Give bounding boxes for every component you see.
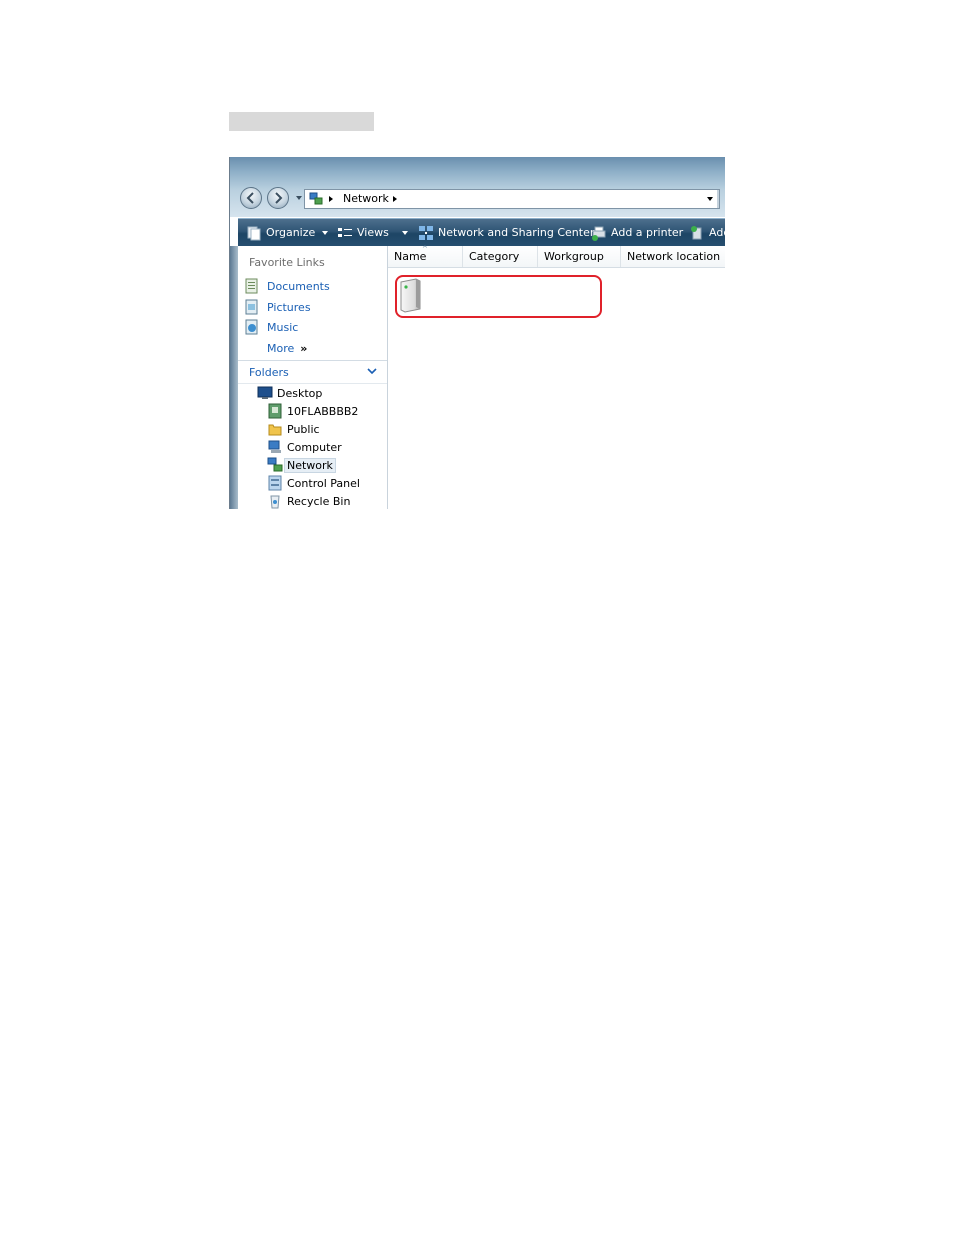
tree-item-recycle-bin[interactable]: Recycle Bin (267, 492, 350, 509)
favorite-music-label: Music (267, 320, 299, 334)
title-bar: Network (230, 157, 725, 217)
favorite-pictures-label: Pictures (267, 300, 311, 314)
window-edge-stripe (230, 246, 238, 509)
column-header-category[interactable]: Category (463, 246, 538, 267)
tree-label: Control Panel (287, 476, 360, 490)
tree-label: Network (284, 457, 336, 473)
folders-header[interactable]: Folders (238, 360, 387, 384)
tree-item-computer[interactable]: Computer (267, 438, 342, 456)
explorer-window: Network Organize Views Network and Shari… (229, 157, 725, 509)
views-icon (338, 227, 352, 237)
network-icon (309, 192, 323, 205)
add-device-button[interactable]: Add (689, 219, 725, 246)
highlight-box (395, 275, 602, 318)
favorite-documents[interactable]: Documents (244, 277, 330, 295)
column-category-label: Category (469, 250, 520, 263)
add-device-icon (691, 225, 702, 239)
network-icon (267, 457, 283, 472)
tree-item-control-panel[interactable]: Control Panel (267, 474, 360, 492)
chevron-down-icon (367, 368, 377, 375)
views-button[interactable]: Views (337, 219, 408, 246)
address-bar[interactable]: Network (304, 189, 720, 209)
recent-pages-dropdown[interactable] (296, 196, 302, 200)
tree-item-desktop[interactable]: Desktop (257, 384, 322, 402)
tree-label: Public (287, 422, 320, 436)
folders-label: Folders (249, 366, 289, 379)
folder-icon (268, 424, 282, 436)
organize-icon (247, 226, 261, 240)
tree-label: Computer (287, 440, 342, 454)
back-arrow-icon (246, 192, 254, 204)
organize-button[interactable]: Organize (246, 219, 329, 246)
organize-label: Organize (266, 226, 316, 239)
sort-ascending-icon: ^ (422, 245, 428, 253)
desktop-icon (257, 386, 273, 399)
double-chevron-right-icon: » (300, 341, 308, 355)
user-folder-icon (268, 403, 282, 419)
column-header-name[interactable]: ^ Name (388, 245, 463, 267)
favorite-music[interactable]: Music (244, 318, 298, 336)
chevron-down-icon (401, 230, 408, 235)
network-sharing-label: Network and Sharing Center (438, 226, 595, 239)
tree-item-user-folder[interactable]: 10FLABBBB2 (267, 402, 358, 420)
content-pane: ^ Name Category Workgroup Network locati… (388, 245, 725, 509)
views-label: Views (357, 226, 389, 239)
add-printer-label: Add a printer (611, 226, 684, 239)
add-device-label: Add (709, 226, 725, 239)
address-dropdown-icon[interactable] (707, 197, 713, 201)
column-header-row: ^ Name Category Workgroup Network locati… (388, 245, 725, 268)
tree-label: Recycle Bin (287, 494, 351, 508)
forward-arrow-icon (275, 192, 283, 204)
breadcrumb-separator-icon[interactable] (329, 196, 333, 202)
pictures-icon (245, 299, 258, 315)
breadcrumb-separator-icon[interactable] (393, 196, 397, 202)
column-header-workgroup[interactable]: Workgroup (538, 246, 621, 267)
favorite-pictures[interactable]: Pictures (244, 298, 311, 316)
favorite-documents-label: Documents (267, 279, 330, 293)
favorite-links-heading: Favorite Links (249, 256, 325, 269)
back-button[interactable] (240, 187, 262, 209)
tree-item-network[interactable]: Network (267, 456, 336, 474)
column-header-network-location[interactable]: Network location (621, 246, 725, 267)
command-toolbar: Organize Views Network and Sharing Cente… (238, 218, 725, 246)
favorite-more[interactable]: More » (267, 339, 307, 357)
redacted-caption-bar (229, 112, 374, 131)
breadcrumb-network[interactable]: Network (343, 192, 389, 205)
tree-item-public[interactable]: Public (267, 420, 320, 438)
navigation-pane: Favorite Links Documents Pictures Music (238, 246, 388, 509)
add-printer-button[interactable]: Add a printer (591, 219, 683, 246)
music-icon (245, 319, 258, 335)
tree-label: 10FLABBBB2 (287, 404, 359, 418)
chevron-down-icon (322, 230, 329, 235)
documents-icon (245, 278, 258, 294)
control-panel-icon (268, 475, 282, 491)
recycle-bin-icon (270, 495, 280, 509)
tree-label: Desktop (277, 386, 323, 400)
column-network-location-label: Network location (627, 250, 721, 263)
network-sharing-icon (419, 225, 433, 240)
network-sharing-center-button[interactable]: Network and Sharing Center (418, 219, 594, 246)
address-divider (717, 190, 719, 208)
favorite-more-label: More (267, 341, 295, 355)
printer-icon (592, 226, 606, 241)
column-workgroup-label: Workgroup (544, 250, 604, 263)
forward-button[interactable] (267, 187, 289, 209)
computer-icon (268, 440, 281, 453)
